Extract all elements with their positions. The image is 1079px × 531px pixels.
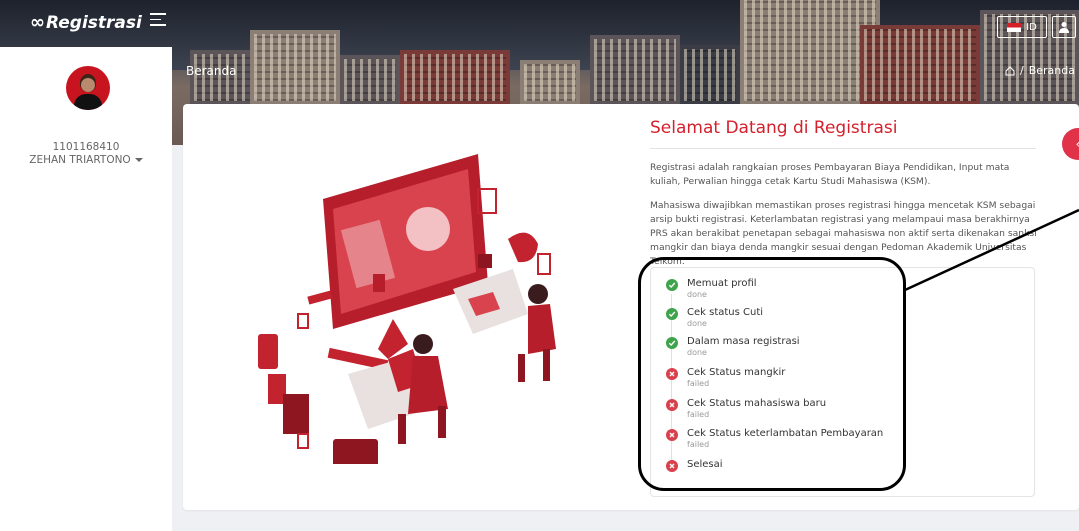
user-name: ZEHAN TRIARTONO bbox=[29, 154, 131, 166]
indonesia-flag-icon bbox=[1007, 22, 1022, 32]
sidebar: 1101168410 ZEHAN TRIARTONO bbox=[0, 47, 172, 531]
intro-paragraph: Registrasi adalah rangkaian proses Pemba… bbox=[650, 162, 1010, 187]
title-divider bbox=[650, 148, 1036, 149]
welcome-content: Selamat Datang di Registrasi Registrasi … bbox=[650, 118, 1040, 269]
app-logo[interactable]: ∞ Registrasi bbox=[30, 12, 142, 33]
language-label: ID bbox=[1026, 21, 1037, 33]
breadcrumb-item[interactable]: Beranda bbox=[1029, 64, 1075, 77]
page-title: Beranda bbox=[186, 64, 237, 78]
caret-down-icon bbox=[134, 158, 143, 162]
hamburger-icon[interactable] bbox=[150, 13, 166, 27]
home-icon[interactable] bbox=[1005, 65, 1015, 76]
main-card: Selamat Datang di Registrasi Registrasi … bbox=[183, 104, 1079, 510]
welcome-title: Selamat Datang di Registrasi bbox=[650, 118, 898, 138]
user-menu-button[interactable] bbox=[1052, 16, 1076, 38]
breadcrumb-separator: / bbox=[1020, 64, 1024, 77]
user-name-dropdown[interactable]: ZEHAN TRIARTONO bbox=[0, 154, 172, 166]
registration-illustration bbox=[258, 154, 556, 464]
user-icon bbox=[1059, 22, 1069, 33]
app-title: Registrasi bbox=[46, 12, 142, 33]
user-nim: 1101168410 bbox=[52, 141, 120, 153]
annotation-highlight bbox=[638, 257, 906, 491]
chevron-left-icon: ‹ bbox=[1076, 137, 1079, 151]
language-button[interactable]: ID bbox=[997, 16, 1047, 38]
top-navbar: ∞ Registrasi ID bbox=[0, 0, 1079, 44]
infinity-logo-icon: ∞ bbox=[30, 12, 45, 33]
breadcrumb: / Beranda bbox=[1005, 64, 1075, 77]
avatar[interactable] bbox=[66, 66, 110, 110]
